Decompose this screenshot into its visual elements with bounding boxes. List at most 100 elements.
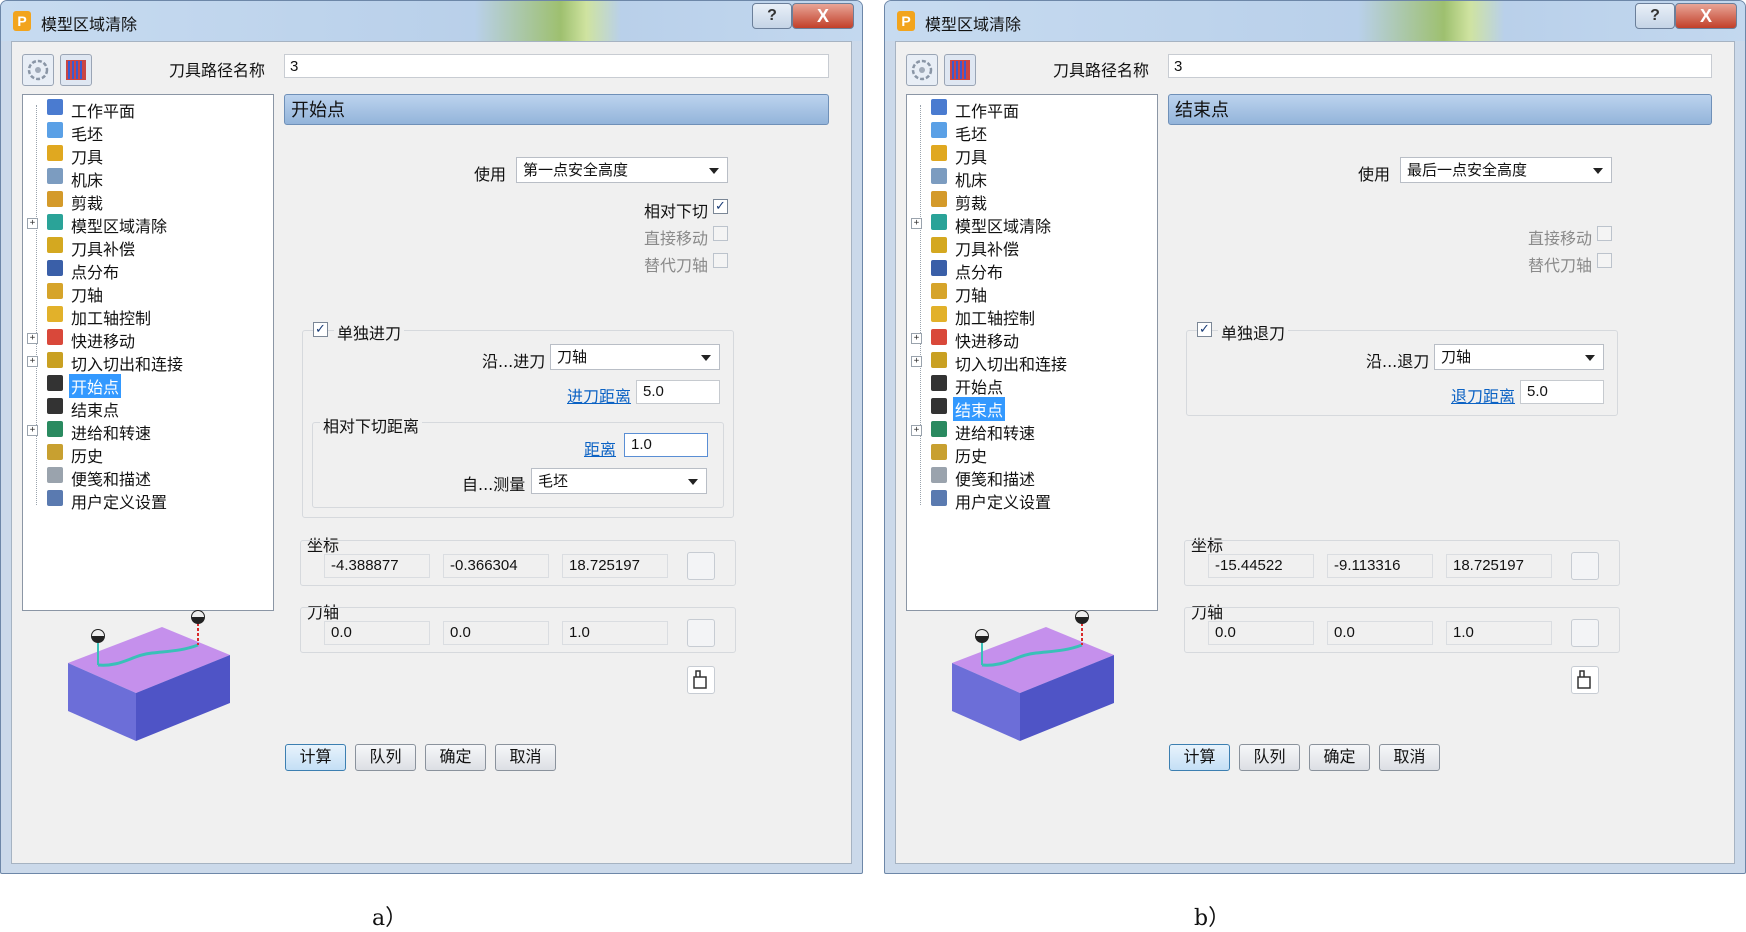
caption-a: a） — [372, 906, 408, 931]
expand-icon[interactable]: + — [911, 333, 922, 344]
tree-item-notes[interactable]: 便笺和描述 — [907, 465, 1152, 489]
pick-point-icon[interactable] — [1571, 666, 1599, 694]
tool-icon — [931, 145, 947, 161]
tree-item-axis-control[interactable]: 加工轴控制 — [23, 304, 268, 328]
tree-item-end-point[interactable]: 结束点 — [23, 396, 268, 420]
toolpath-calc-icon[interactable] — [22, 54, 54, 86]
expand-icon[interactable]: + — [27, 218, 38, 229]
tree-item-label: 刀具补偿 — [955, 240, 1020, 259]
tree-item-limit[interactable]: 剪裁 — [23, 189, 268, 213]
along-select[interactable]: 刀轴 — [550, 344, 720, 370]
approach-distance-input[interactable]: 5.0 — [636, 380, 720, 404]
tree-item-feeds-speeds[interactable]: + 进给和转速 — [23, 419, 268, 443]
calculate-button[interactable]: 计算 — [285, 744, 346, 771]
cancel-button[interactable]: 取消 — [495, 744, 556, 771]
tree-item-workplane[interactable]: 工作平面 — [23, 97, 268, 121]
help-button[interactable]: ? — [752, 3, 792, 29]
along-select[interactable]: 刀轴 — [1434, 344, 1604, 370]
cancel-button[interactable]: 取消 — [1379, 744, 1440, 771]
tree-item-rapid-move[interactable]: + 快进移动 — [907, 327, 1152, 351]
tree-item-tool[interactable]: 刀具 — [907, 143, 1152, 167]
tree-item-leads-links[interactable]: + 切入切出和连接 — [907, 350, 1152, 374]
tree-item-tool-axis[interactable]: 刀轴 — [907, 281, 1152, 305]
tree-item-user-settings[interactable]: 用户定义设置 — [23, 488, 268, 512]
tree-item-start-point[interactable]: 开始点 — [907, 373, 1152, 397]
tree-item-history[interactable]: 历史 — [23, 442, 268, 466]
tree-item-tool-axis[interactable]: 刀轴 — [23, 281, 268, 305]
point-dist-icon — [931, 260, 947, 276]
tree-item-leads-links[interactable]: + 切入切出和连接 — [23, 350, 268, 374]
tree-item-area-clear[interactable]: + 模型区域清除 — [23, 212, 268, 236]
tool-axis-edit-icon[interactable] — [687, 619, 715, 647]
retract-distance-link[interactable]: 退刀距离 — [1451, 383, 1515, 407]
title-bar[interactable]: P 模型区域清除 ? X — [1, 1, 862, 41]
direct-move-checkbox[interactable] — [713, 226, 728, 241]
tree-item-block[interactable]: 毛坯 — [907, 120, 1152, 144]
direct-move-checkbox[interactable] — [1597, 226, 1612, 241]
toolpath-name-input[interactable]: 3 — [284, 54, 829, 78]
expand-icon[interactable]: + — [27, 333, 38, 344]
tree-item-axis-control[interactable]: 加工轴控制 — [907, 304, 1152, 328]
separate-approach-checkbox[interactable]: ✓ — [313, 322, 328, 337]
coordinate-list-icon[interactable] — [1571, 552, 1599, 580]
title-bar[interactable]: P 模型区域清除 ? X — [885, 1, 1745, 41]
tree-item-tool[interactable]: 刀具 — [23, 143, 268, 167]
tree-item-tool-comp[interactable]: 刀具补偿 — [907, 235, 1152, 259]
toolpath-pattern-icon[interactable] — [944, 54, 976, 86]
coordinate-list-icon[interactable] — [687, 552, 715, 580]
use-select-value: 第一点安全高度 — [523, 161, 629, 179]
expand-icon[interactable]: + — [911, 425, 922, 436]
tree-item-notes[interactable]: 便笺和描述 — [23, 465, 268, 489]
tree-item-point-dist[interactable]: 点分布 — [23, 258, 268, 282]
tool-axis-edit-icon[interactable] — [1571, 619, 1599, 647]
section-title: 开始点 — [284, 94, 829, 125]
feeds-speeds-icon — [931, 421, 947, 437]
approach-distance-link[interactable]: 进刀距离 — [567, 383, 631, 407]
expand-icon[interactable]: + — [911, 356, 922, 367]
ok-button[interactable]: 确定 — [425, 744, 486, 771]
toolpath-pattern-icon[interactable] — [60, 54, 92, 86]
tree-item-end-point[interactable]: 结束点 — [907, 396, 1152, 421]
tree-item-workplane[interactable]: 工作平面 — [907, 97, 1152, 121]
tree-item-user-settings[interactable]: 用户定义设置 — [907, 488, 1152, 512]
alt-axis-checkbox[interactable] — [713, 253, 728, 268]
tree-item-feeds-speeds[interactable]: + 进给和转速 — [907, 419, 1152, 443]
tree-item-tool-comp[interactable]: 刀具补偿 — [23, 235, 268, 259]
expand-icon[interactable]: + — [27, 356, 38, 367]
pick-point-icon[interactable] — [687, 666, 715, 694]
queue-button[interactable]: 队列 — [1239, 744, 1300, 771]
alt-axis-checkbox[interactable] — [1597, 253, 1612, 268]
toolpath-calc-icon[interactable] — [906, 54, 938, 86]
dialog-client: 刀具路径名称 3 工作平面 毛坯 刀具 机床 剪裁 + 模型区域清除 刀具补偿 点分布 刀轴 加工轴… — [895, 41, 1735, 864]
tree-item-history[interactable]: 历史 — [907, 442, 1152, 466]
use-select[interactable]: 最后一点安全高度 — [1400, 157, 1612, 183]
tree-item-rapid-move[interactable]: + 快进移动 — [23, 327, 268, 351]
tree-item-point-dist[interactable]: 点分布 — [907, 258, 1152, 282]
close-button[interactable]: X — [1675, 3, 1737, 29]
distance-input[interactable]: 1.0 — [624, 433, 708, 457]
measure-from-select[interactable]: 毛坯 — [531, 468, 707, 494]
along-select-value: 刀轴 — [557, 348, 588, 366]
separate-retract-checkbox[interactable]: ✓ — [1197, 322, 1212, 337]
tree-item-limit[interactable]: 剪裁 — [907, 189, 1152, 213]
expand-icon[interactable]: + — [27, 425, 38, 436]
help-button[interactable]: ? — [1635, 3, 1675, 29]
use-select[interactable]: 第一点安全高度 — [516, 157, 728, 183]
tree-item-area-clear[interactable]: + 模型区域清除 — [907, 212, 1152, 236]
calculate-button[interactable]: 计算 — [1169, 744, 1230, 771]
close-button[interactable]: X — [792, 3, 854, 29]
tree-item-label: 刀具 — [955, 148, 988, 167]
end-point-icon — [931, 398, 947, 414]
toolpath-name-input[interactable]: 3 — [1168, 54, 1712, 78]
tree-item-machine[interactable]: 机床 — [907, 166, 1152, 190]
distance-link[interactable]: 距离 — [584, 436, 616, 460]
ok-button[interactable]: 确定 — [1309, 744, 1370, 771]
tree-item-machine[interactable]: 机床 — [23, 166, 268, 190]
tree-item-start-point[interactable]: 开始点 — [23, 373, 268, 398]
chevron-down-icon — [1585, 355, 1595, 361]
queue-button[interactable]: 队列 — [355, 744, 416, 771]
retract-distance-input[interactable]: 5.0 — [1520, 380, 1604, 404]
relative-plunge-checkbox[interactable]: ✓ — [713, 199, 728, 214]
tree-item-block[interactable]: 毛坯 — [23, 120, 268, 144]
expand-icon[interactable]: + — [911, 218, 922, 229]
